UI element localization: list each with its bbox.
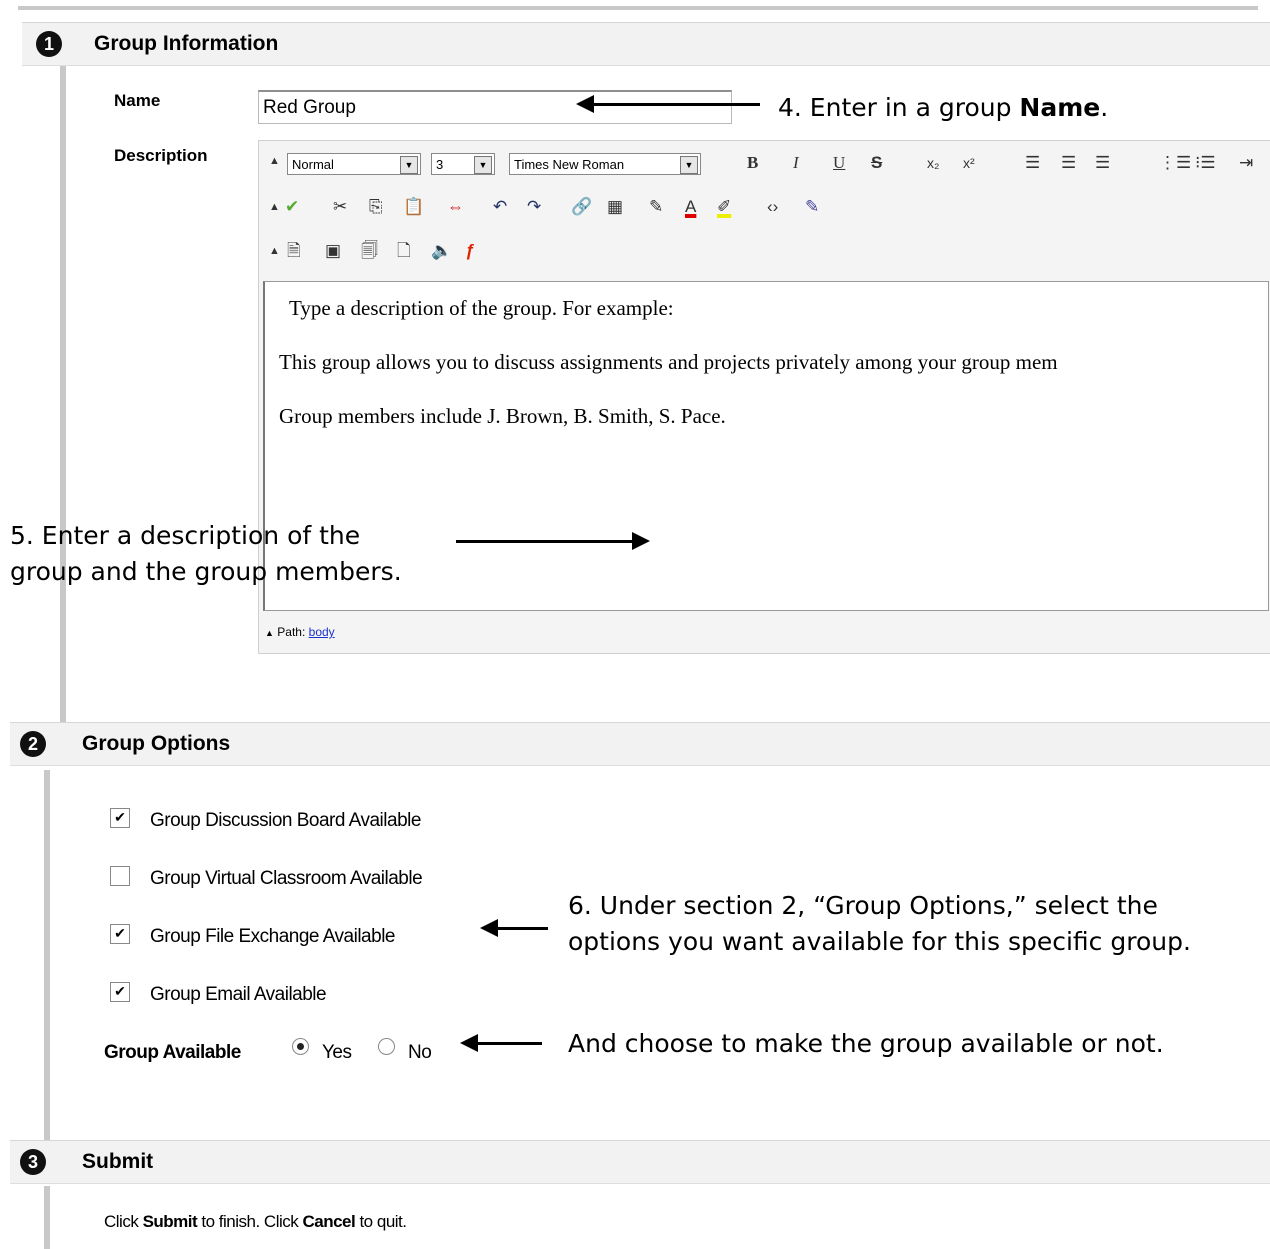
link-icon[interactable]: 🔗 (571, 197, 592, 217)
step-number-badge: 2 (20, 731, 46, 757)
section-header-group-information: 1 Group Information (22, 22, 1270, 66)
underline-icon[interactable]: U (833, 153, 845, 173)
insert-media-icon[interactable]: 🗐 (361, 241, 378, 261)
annotation-step-4: 4. Enter in a group Name. (778, 93, 1109, 122)
format-select[interactable]: Normal ▼ (287, 153, 421, 175)
section-header-group-options: 2 Group Options (10, 722, 1270, 766)
option-label: Group Email Available (150, 984, 327, 1005)
table-icon[interactable]: ▦ (607, 197, 623, 217)
chevron-down-icon: ▼ (474, 156, 492, 174)
arrow-right-icon (456, 532, 650, 550)
step-connector (44, 770, 50, 1142)
align-right-icon[interactable]: ☰ (1095, 153, 1110, 173)
step-connector (44, 1186, 50, 1249)
collapse-toolbar-icon[interactable]: ▲ (269, 151, 280, 171)
subscript-icon[interactable]: x₂ (927, 153, 939, 173)
annotation-step-7: And choose to make the group available o… (568, 1029, 1164, 1058)
collapse-toolbar-icon[interactable]: ▲ (269, 241, 280, 261)
available-yes-radio[interactable] (292, 1038, 309, 1055)
editor-path-bar: ▲ Path: body (265, 625, 335, 639)
bold-icon[interactable]: B (747, 153, 758, 173)
path-body-link[interactable]: body (309, 625, 335, 639)
option-checkbox[interactable]: ✔ (110, 982, 130, 1002)
align-center-icon[interactable]: ☰ (1061, 153, 1076, 173)
audio-icon[interactable]: 🔈 (431, 241, 452, 261)
italic-icon[interactable]: I (793, 153, 799, 173)
edit-code-icon[interactable]: ✎ (805, 197, 819, 217)
chevron-down-icon: ▼ (400, 156, 418, 174)
option-label: Group File Exchange Available (150, 926, 395, 947)
text-color-icon[interactable]: A (685, 197, 696, 217)
description-label: Description (114, 146, 208, 165)
option-checkbox[interactable]: ✔ (110, 924, 130, 944)
group-available-label: Group Available (104, 1042, 241, 1063)
font-family-select[interactable]: Times New Roman ▼ (509, 153, 701, 175)
section-title: Submit (82, 1150, 154, 1173)
copy-icon[interactable]: ⎘ (369, 197, 383, 217)
bullet-list-icon[interactable]: ⁝☰ (1195, 153, 1216, 173)
chevron-down-icon: ▼ (680, 156, 698, 174)
section-title: Group Options (82, 732, 231, 755)
redo-icon[interactable]: ↷ (527, 197, 541, 217)
available-no-label: No (408, 1042, 432, 1063)
attach-file-icon[interactable]: 🗎 (287, 241, 301, 261)
html-source-icon[interactable]: ‹› (767, 197, 778, 217)
option-label: Group Discussion Board Available (150, 810, 421, 831)
section-title: Group Information (94, 32, 279, 55)
undo-icon[interactable]: ↶ (493, 197, 507, 217)
step-number-badge: 3 (20, 1149, 46, 1175)
collapse-toolbar-icon[interactable]: ▲ (269, 197, 280, 217)
paste-icon[interactable]: 📋 (403, 197, 424, 217)
strikethrough-icon[interactable]: S (871, 153, 882, 173)
section-header-submit: 3 Submit (10, 1140, 1270, 1184)
option-checkbox[interactable]: ✔ (110, 808, 130, 828)
group-name-input[interactable] (258, 90, 732, 124)
submit-instructions: Click Submit to finish. Click Cancel to … (104, 1212, 407, 1231)
editor-toolbar-row-3: ▲ 🗎 ▣ 🗐 🗋 🔈 ƒ (265, 241, 665, 275)
editor-paragraph: This group allows you to discuss assignm… (279, 350, 1058, 374)
highlight-color-icon[interactable]: ✐ (717, 197, 731, 217)
font-size-select[interactable]: 3 ▼ (431, 153, 495, 175)
preview-icon[interactable]: 🗋 (397, 241, 411, 261)
step-number-badge: 1 (36, 31, 62, 57)
option-label: Group Virtual Classroom Available (150, 868, 423, 889)
top-divider (18, 6, 1258, 10)
align-left-icon[interactable]: ☰ (1025, 153, 1040, 173)
collapse-toolbar-icon[interactable]: ▲ (265, 628, 274, 638)
spellcheck-icon[interactable]: ✔ (285, 197, 299, 217)
draw-icon[interactable]: ✎ (649, 197, 663, 217)
editor-paragraph: Group members include J. Brown, B. Smith… (279, 404, 726, 428)
indent-icon[interactable]: ⇥ (1239, 153, 1253, 173)
editor-toolbar-row-1: ▲ Normal ▼ 3 ▼ Times New Roman ▼ B I U S x₂… (265, 153, 1265, 187)
annotation-step-6: 6. Under section 2, “Group Options,” sel… (568, 891, 1191, 956)
insert-image-icon[interactable]: ▣ (325, 241, 341, 261)
arrow-left-icon (576, 95, 760, 113)
editor-toolbar-row-2: ▲ ✔ ✂ ⎘ 📋 ⇔ ↶ ↷ 🔗 ▦ ✎ A ✐ ‹› ✎ (265, 197, 965, 231)
superscript-icon[interactable]: x² (963, 153, 975, 173)
cut-icon[interactable]: ✂ (333, 197, 347, 217)
numbered-list-icon[interactable]: ⋮☰ (1159, 153, 1191, 173)
option-checkbox[interactable] (110, 866, 130, 886)
find-replace-icon[interactable]: ⇔ (447, 197, 464, 217)
arrow-left-icon (460, 1034, 542, 1052)
editor-paragraph: Type a description of the group. For exa… (289, 296, 674, 320)
annotation-step-5: 5. Enter a description of the group and … (10, 521, 402, 586)
available-yes-label: Yes (322, 1042, 352, 1063)
step-connector (60, 62, 66, 722)
name-label: Name (114, 91, 161, 110)
flash-icon[interactable]: ƒ (465, 241, 474, 261)
editor-content-area[interactable]: Type a description of the group. For exa… (263, 281, 1269, 611)
available-no-radio[interactable] (378, 1038, 395, 1055)
description-editor: ▲ Normal ▼ 3 ▼ Times New Roman ▼ B I U S x₂… (258, 140, 1270, 654)
arrow-left-icon (480, 919, 548, 937)
path-label: Path: (277, 625, 306, 639)
